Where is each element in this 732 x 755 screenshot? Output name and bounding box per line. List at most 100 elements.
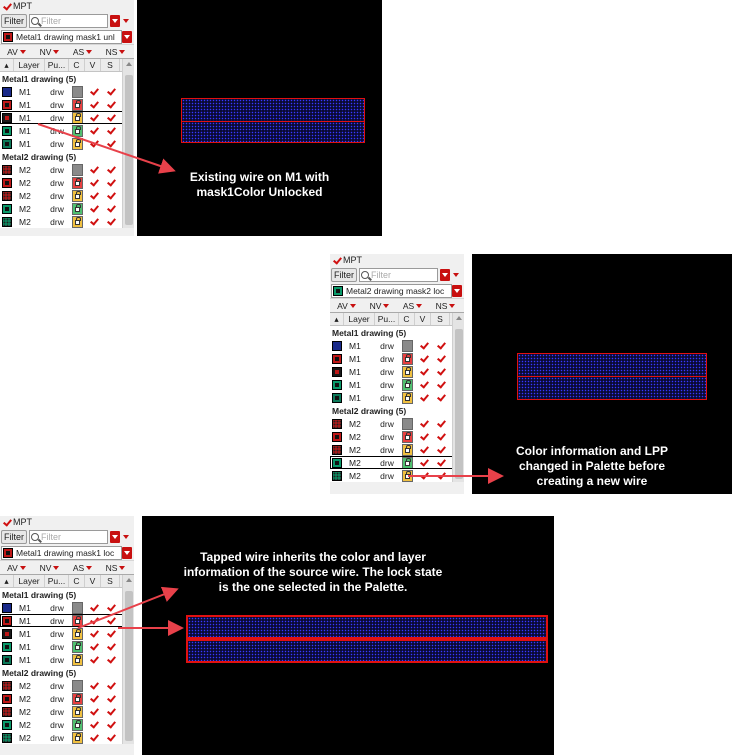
scroll-up-icon[interactable] [456,316,462,320]
checkbox-icon[interactable] [107,101,114,108]
group-header-metal1[interactable]: Metal1 drawing (5) [0,588,134,601]
lpp-dropdown-icon[interactable] [452,284,462,297]
color-lock-cell[interactable] [399,352,415,365]
col-color[interactable]: C [69,575,85,587]
color-lock-toggle[interactable] [71,111,83,124]
checkbox-icon[interactable] [90,166,97,173]
color-lock-cell[interactable] [399,365,415,378]
checkbox-icon[interactable] [437,472,444,479]
table-row[interactable]: M2 drw [0,731,134,744]
color-lock-toggle[interactable] [401,456,413,469]
checkbox-icon[interactable] [107,114,114,121]
col-selectable[interactable]: S [101,575,120,587]
visible-cell[interactable] [85,731,101,744]
mpt-toggle[interactable]: MPT [0,0,134,12]
col-purpose[interactable]: Pu... [45,59,69,71]
color-lock-toggle[interactable] [71,98,83,111]
layout-canvas-1[interactable]: Existing wire on M1 with mask1Color Unlo… [137,0,382,236]
color-lock-toggle[interactable] [71,202,83,215]
table-row[interactable]: M2 drw [330,443,464,456]
checkbox-icon[interactable] [420,472,427,479]
wire-m1-top[interactable] [517,353,707,377]
col-purpose[interactable]: Pu... [45,575,69,587]
color-lock-cell[interactable] [69,692,85,705]
checkbox-icon[interactable] [437,368,444,375]
color-lock-toggle[interactable] [71,731,83,744]
sort-icon[interactable]: ▴ [0,575,14,587]
selectable-cell[interactable] [431,339,450,352]
group-header-metal1[interactable]: Metal1 drawing (5) [0,72,134,85]
ns-control[interactable]: NS [99,47,132,57]
as-control[interactable]: AS [66,47,99,57]
as-control[interactable]: AS [396,301,429,311]
selectable-cell[interactable] [101,85,120,98]
table-row[interactable]: M2 drw [0,189,134,202]
visible-cell[interactable] [415,365,431,378]
mpt-toggle[interactable]: MPT [330,254,464,266]
table-row[interactable]: M2 drw [330,456,464,469]
selectable-cell[interactable] [431,378,450,391]
table-row[interactable]: M2 drw [0,718,134,731]
checkbox-icon[interactable] [420,342,427,349]
checkbox-icon[interactable] [107,192,114,199]
checkbox-icon[interactable] [107,617,114,624]
checkbox-icon[interactable] [90,617,97,624]
color-lock-cell[interactable] [399,339,415,352]
visible-cell[interactable] [85,627,101,640]
nv-control[interactable]: NV [33,47,66,57]
table-row[interactable]: M2 drw [0,215,134,228]
color-lock-cell[interactable] [399,391,415,404]
checkbox-icon[interactable] [420,433,427,440]
vertical-scrollbar[interactable] [122,575,134,744]
table-row[interactable]: M1 drw [0,640,134,653]
color-lock-cell[interactable] [69,601,85,614]
lpp-selector[interactable]: Metal2 drawing mask2 loc [330,283,464,298]
vertical-scrollbar[interactable] [122,59,134,228]
checkbox-icon[interactable] [107,708,114,715]
checkbox-icon[interactable] [90,721,97,728]
checkbox-icon[interactable] [3,519,10,526]
filter-input[interactable]: Filter [29,529,108,544]
color-lock-toggle[interactable] [71,614,83,627]
visible-cell[interactable] [85,653,101,666]
filter-button[interactable]: Filter [1,13,27,28]
selectable-cell[interactable] [101,653,120,666]
visible-cell[interactable] [85,692,101,705]
color-lock-cell[interactable] [69,189,85,202]
checkbox-icon[interactable] [107,656,114,663]
mpt-toggle[interactable]: MPT [0,516,134,528]
checkbox-icon[interactable] [107,205,114,212]
col-layer[interactable]: Layer [14,59,45,71]
color-lock-cell[interactable] [69,85,85,98]
selectable-cell[interactable] [101,163,120,176]
table-row[interactable]: M1 drw [0,627,134,640]
visible-cell[interactable] [85,705,101,718]
color-lock-toggle[interactable] [401,417,413,430]
table-row[interactable]: M1 drw [330,378,464,391]
color-lock-cell[interactable] [399,430,415,443]
checkbox-icon[interactable] [437,355,444,362]
checkbox-icon[interactable] [90,88,97,95]
checkbox-icon[interactable] [437,420,444,427]
color-lock-toggle[interactable] [71,137,83,150]
table-row[interactable]: M2 drw [0,202,134,215]
table-row[interactable]: M1 drw [330,352,464,365]
filter-dropdown-icon[interactable] [110,530,120,543]
checkbox-icon[interactable] [420,381,427,388]
color-lock-cell[interactable] [399,417,415,430]
checkbox-icon[interactable] [107,88,114,95]
table-row[interactable]: M1 drw [0,124,134,137]
color-lock-toggle[interactable] [401,365,413,378]
color-lock-cell[interactable] [69,705,85,718]
color-lock-toggle[interactable] [71,189,83,202]
selectable-cell[interactable] [101,189,120,202]
chevron-down-icon[interactable] [452,269,460,281]
ns-control[interactable]: NS [99,563,132,573]
color-lock-cell[interactable] [69,215,85,228]
visible-cell[interactable] [85,176,101,189]
wire-m1-tapped[interactable] [186,639,548,663]
checkbox-icon[interactable] [90,179,97,186]
color-lock-toggle[interactable] [71,163,83,176]
col-visible[interactable]: V [85,59,101,71]
color-lock-cell[interactable] [399,469,415,482]
